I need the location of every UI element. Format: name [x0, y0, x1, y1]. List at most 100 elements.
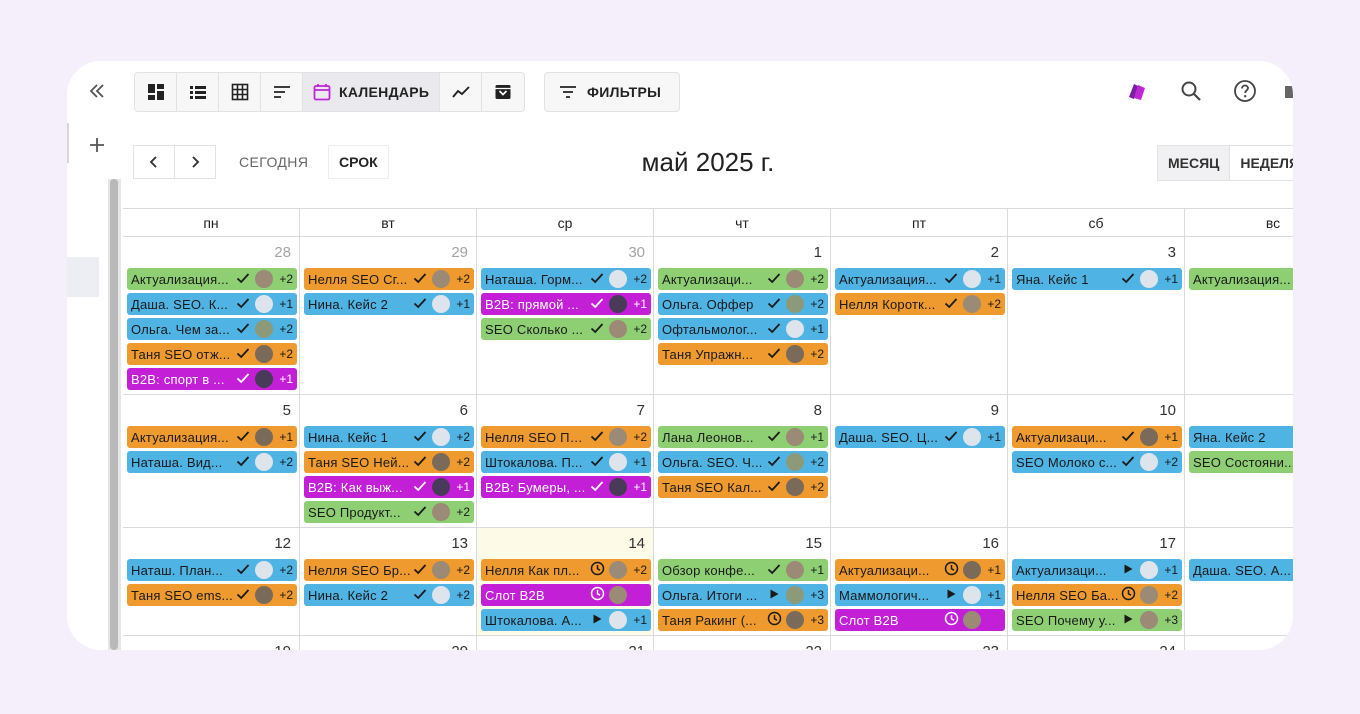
event-chip[interactable]: Ольга. Чем за... +2 [127, 318, 297, 340]
sort-view-button[interactable] [261, 73, 303, 111]
event-chip[interactable]: Нина. Кейс 2 +2 [304, 584, 474, 606]
calendar-day-cell[interactable]: 18Даша. SEO. А...+1 [1185, 528, 1293, 635]
event-chip[interactable]: Офтальмолог... +1 [658, 318, 828, 340]
calendar-day-cell[interactable]: 21 [477, 636, 654, 650]
calendar-day-cell-today[interactable]: 14 Нелля Как пл... +2 Слот B2B Штокалова. А.… [477, 528, 654, 635]
event-chip[interactable]: Актуализация...+2 [127, 268, 297, 290]
week-view-button[interactable]: НЕДЕЛЯ [1230, 146, 1293, 180]
event-chip[interactable]: Штокалова. А... +1 [481, 609, 651, 631]
event-chip[interactable]: Штокалова. П... +1 [481, 451, 651, 473]
event-chip[interactable]: SEO Сколько ... +2 [481, 318, 651, 340]
event-chip[interactable]: Таня Ракинг (... +3 [658, 609, 828, 631]
scrollbar-thumb[interactable] [110, 179, 118, 650]
event-chip[interactable]: Лана Леонов... +1 [658, 426, 828, 448]
event-chip[interactable]: Нелля SEO Сг... +2 [304, 268, 474, 290]
event-chip[interactable]: Яна. Кейс 2+1 [1189, 426, 1293, 448]
event-chip[interactable]: Актуализаци... +1 [1012, 559, 1182, 581]
calendar-day-cell[interactable]: 30 Наташа. Горм... +2 B2B: прямой ... +1 SEO … [477, 237, 654, 394]
board-view-button[interactable] [135, 73, 177, 111]
event-chip[interactable]: SEO Почему у... +3 [1012, 609, 1182, 631]
deadline-button[interactable]: СРОК [328, 145, 389, 179]
calendar-day-cell[interactable]: 24 [1008, 636, 1185, 650]
event-chip[interactable]: B2B: Как выж... +1 [304, 476, 474, 498]
calendar-day-cell[interactable]: 4Актуализация...+2 [1185, 237, 1293, 394]
calendar-day-cell[interactable]: 15 Обзор конфе... +1 Ольга. Итоги ... +3 Таня… [654, 528, 831, 635]
calendar-day-cell[interactable]: 19 [123, 636, 300, 650]
event-chip[interactable]: Актуализаци... +1 [835, 559, 1005, 581]
chart-view-button[interactable] [440, 73, 483, 111]
add-button[interactable] [81, 129, 113, 161]
today-button[interactable]: СЕГОДНЯ [227, 145, 320, 179]
calendar-view-button[interactable]: КАЛЕНДАРЬ [303, 73, 441, 111]
event-chip[interactable]: Актуализаци... +2 [658, 268, 828, 290]
month-view-button[interactable]: МЕСЯЦ [1158, 146, 1231, 180]
calendar-day-cell[interactable]: 13 Нелля SEO Бр... +2 Нина. Кейс 2 +2 [300, 528, 477, 635]
calendar-day-cell[interactable]: 9 Даша. SEO. Ц... +1 [831, 395, 1008, 527]
calendar-day-cell[interactable]: 11Яна. Кейс 2+1 SEO Состояни...+2 [1185, 395, 1293, 527]
event-chip[interactable]: Нелля SEO Ба... +2 [1012, 584, 1182, 606]
event-chip[interactable]: Яна. Кейс 1 +1 [1012, 268, 1182, 290]
calendar-day-cell[interactable]: 22 [654, 636, 831, 650]
event-chip[interactable]: Обзор конфе... +1 [658, 559, 828, 581]
calendar-day-cell[interactable]: 16 Актуализаци... +1 Маммологич... +1 Слот B2… [831, 528, 1008, 635]
collapse-sidebar-button[interactable] [81, 75, 113, 107]
calendar-day-cell[interactable]: 10 Актуализаци... +1 SEO Молоко с... +2 [1008, 395, 1185, 527]
help-button[interactable] [1229, 75, 1261, 107]
event-chip[interactable]: Таня SEO ems... +2 [127, 584, 297, 606]
event-chip[interactable]: Нина. Кейс 2 +1 [304, 293, 474, 315]
event-chip[interactable]: Актуализация... +1 [127, 426, 297, 448]
event-chip[interactable]: Таня SEO Кал... +2 [658, 476, 828, 498]
event-chip[interactable]: Таня SEO отж... +2 [127, 343, 297, 365]
calendar-day-cell[interactable]: 20 [300, 636, 477, 650]
event-chip[interactable]: Слот B2B [481, 584, 651, 606]
event-chip[interactable]: Актуализация...+2 [1189, 268, 1293, 290]
event-chip[interactable]: Таня SEO Ней... +2 [304, 451, 474, 473]
calendar-day-cell[interactable]: 17 Актуализаци... +1 Нелля SEO Ба... +2 SEO П… [1008, 528, 1185, 635]
next-month-button[interactable] [174, 145, 216, 179]
calendar-day-cell[interactable]: 3 Яна. Кейс 1 +1 [1008, 237, 1185, 394]
event-chip[interactable]: Слот B2B [835, 609, 1005, 631]
event-chip[interactable]: SEO Молоко с... +2 [1012, 451, 1182, 473]
calendar-day-cell[interactable]: 5 Актуализация... +1 Наташа. Вид... +2 [123, 395, 300, 527]
event-chip[interactable]: Даша. SEO. Ц... +1 [835, 426, 1005, 448]
event-chip[interactable]: Таня Упражн... +2 [658, 343, 828, 365]
event-chip[interactable]: SEO Продукт... +2 [304, 501, 474, 523]
list-view-button[interactable] [177, 73, 219, 111]
event-chip[interactable]: Актуализация... +1 [835, 268, 1005, 290]
calendar-day-cell[interactable]: 28 Актуализация... +2 Даша. SEO. К... +1 Ольг… [123, 237, 300, 394]
calendar-day-cell[interactable]: 23 [831, 636, 1008, 650]
table-view-button[interactable] [219, 73, 261, 111]
event-chip[interactable]: Наташа. Вид... +2 [127, 451, 297, 473]
event-chip[interactable]: Даша. SEO. К... +1 [127, 293, 297, 315]
calendar-day-cell[interactable]: 8 Лана Леонов... +1 Ольга. SEO. Ч... +2 Таня … [654, 395, 831, 527]
calendar-day-cell[interactable]: 6 Нина. Кейс 1 +2 Таня SEO Ней... +2 B2B: Как… [300, 395, 477, 527]
event-chip[interactable]: Нина. Кейс 1 +2 [304, 426, 474, 448]
prev-month-button[interactable] [133, 145, 175, 179]
event-chip[interactable]: Наташ. План... +2 [127, 559, 297, 581]
search-button[interactable] [1175, 75, 1207, 107]
event-chip[interactable]: Ольга. Итоги ... +3 [658, 584, 828, 606]
calendar-day-cell[interactable]: 1 Актуализаци... +2 Ольга. Оффер +2 Офтальмол… [654, 237, 831, 394]
filters-button[interactable]: ФИЛЬТРЫ [544, 72, 681, 112]
event-chip[interactable]: Ольга. SEO. Ч... +2 [658, 451, 828, 473]
calendar-day-cell[interactable]: 12 Наташ. План... +2 Таня SEO ems... +2 [123, 528, 300, 635]
more-button[interactable] [1283, 75, 1293, 107]
calendar-day-cell[interactable]: 25 [1185, 636, 1293, 650]
calendar-day-cell[interactable]: 29 Нелля SEO Сг... +2 Нина. Кейс 2 +1 [300, 237, 477, 394]
event-chip[interactable]: Наташа. Горм... +2 [481, 268, 651, 290]
event-chip[interactable]: SEO Состояни...+2 [1189, 451, 1293, 473]
calendar-day-cell[interactable]: 2 Актуализация... +1 Нелля Коротк... +2 [831, 237, 1008, 394]
event-chip[interactable]: B2B: Бумеры, ... +1 [481, 476, 651, 498]
calendar-day-cell[interactable]: 7 Нелля SEO Па... +2 Штокалова. П... +1 B2B: … [477, 395, 654, 527]
event-chip[interactable]: Актуализаци... +1 [1012, 426, 1182, 448]
event-chip[interactable]: Нелля SEO Бр... +2 [304, 559, 474, 581]
event-chip[interactable]: Даша. SEO. А...+1 [1189, 559, 1293, 581]
archive-view-button[interactable] [482, 73, 525, 111]
event-chip[interactable]: Маммологич... +1 [835, 584, 1005, 606]
event-chip[interactable]: Нелля Коротк... +2 [835, 293, 1005, 315]
event-chip[interactable]: B2B: спорт в ... +1 [127, 368, 297, 390]
event-chip[interactable]: Нелля SEO Па... +2 [481, 426, 651, 448]
event-chip[interactable]: Ольга. Оффер +2 [658, 293, 828, 315]
event-chip[interactable]: Нелля Как пл... +2 [481, 559, 651, 581]
event-chip[interactable]: B2B: прямой ... +1 [481, 293, 651, 315]
